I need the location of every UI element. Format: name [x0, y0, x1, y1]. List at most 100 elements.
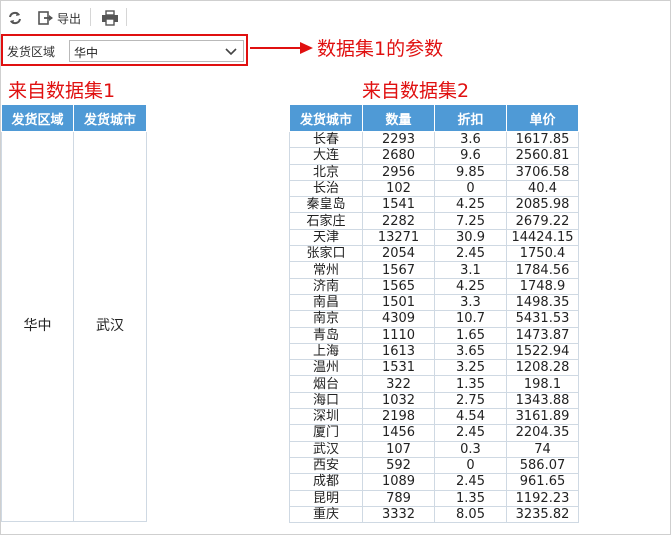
table-cell: 2085.98 [506, 196, 579, 214]
table-row: 华中 武汉 [1, 131, 147, 522]
table-header-row: 发货区域 发货城市 [1, 104, 147, 132]
table-cell: 40.4 [506, 179, 579, 198]
table-row: 深圳 2198 4.54 3161.89 [289, 408, 579, 426]
table-cell: 海口 [289, 391, 363, 410]
table-row: 张家口 2054 2.45 1750.4 [289, 245, 579, 263]
table-cell: 长春 [289, 130, 363, 149]
refresh-button[interactable] [8, 8, 22, 28]
table-header-row: 发货城市 数量 折扣 单价 [289, 104, 579, 132]
table-cell: 198.1 [506, 375, 579, 393]
column-header: 发货城市 [289, 104, 363, 132]
table-cell: 1565 [362, 277, 435, 295]
table-cell: 南昌 [289, 293, 363, 312]
table-cell: 1473.87 [506, 326, 579, 344]
table-cell: 1.35 [434, 375, 507, 393]
table-cell: 重庆 [289, 505, 363, 524]
chevron-down-icon [225, 48, 237, 56]
table-cell: 昆明 [289, 489, 363, 507]
table-cell: 3235.82 [506, 505, 579, 524]
table-cell: 1089 [362, 473, 435, 491]
table-cell: 2.75 [434, 391, 507, 410]
table-cell: 1541 [362, 196, 435, 214]
table-cell: 石家庄 [289, 212, 363, 230]
print-button[interactable] [101, 8, 119, 28]
table-cell: 0 [434, 179, 507, 198]
column-header: 数量 [362, 104, 435, 132]
table-cell: 2679.22 [506, 212, 579, 230]
table-row: 石家庄 2282 7.25 2679.22 [289, 212, 579, 230]
column-header: 单价 [506, 104, 579, 132]
table-cell: 1613 [362, 342, 435, 361]
table-row: 烟台 322 1.35 198.1 [289, 375, 579, 393]
table-cell: 322 [362, 375, 435, 393]
table-cell: 3332 [362, 505, 435, 524]
table-cell: 1617.85 [506, 130, 579, 149]
table-cell: 5431.53 [506, 310, 579, 328]
table-cell: 1750.4 [506, 245, 579, 263]
table-cell: 3.3 [434, 293, 507, 312]
column-header: 发货城市 [73, 104, 147, 132]
table-row: 温州 1531 3.25 1208.28 [289, 359, 579, 377]
dataset1-table: 发货区域 发货城市 华中 武汉 [1, 104, 147, 522]
parameter-panel: 发货区域 华中 [1, 34, 248, 66]
annotation-arrow [250, 42, 313, 54]
table-cell: 3161.89 [506, 408, 579, 426]
table-cell: 西安 [289, 456, 363, 475]
export-button[interactable]: 导出 [38, 8, 81, 28]
table-cell: 789 [362, 489, 435, 507]
table-cell: 烟台 [289, 375, 363, 393]
table-cell: 0 [434, 456, 507, 475]
table-cell: 1208.28 [506, 359, 579, 377]
table-row: 大连 2680 9.6 2560.81 [289, 147, 579, 165]
region-select[interactable]: 华中 [69, 40, 244, 62]
table-cell: 30.9 [434, 228, 507, 247]
table-cell: 大连 [289, 147, 363, 165]
table-cell: 1522.94 [506, 342, 579, 361]
table-cell: 厦门 [289, 424, 363, 442]
table-cell: 1784.56 [506, 261, 579, 279]
table-cell: 1110 [362, 326, 435, 344]
table-cell: 1.65 [434, 326, 507, 344]
table-row: 武汉 107 0.3 74 [289, 440, 579, 458]
table-row: 青岛 1110 1.65 1473.87 [289, 326, 579, 344]
table-cell: 上海 [289, 342, 363, 361]
table-cell: 2054 [362, 245, 435, 263]
export-icon [38, 11, 53, 25]
table-cell: 961.65 [506, 473, 579, 491]
table-cell: 7.25 [434, 212, 507, 230]
table-cell: 2.45 [434, 245, 507, 263]
table-cell: 1748.9 [506, 277, 579, 295]
table-row: 海口 1032 2.75 1343.88 [289, 391, 579, 410]
column-header: 发货区域 [1, 104, 74, 132]
table-cell: 华中 [1, 131, 74, 522]
table-cell: 武汉 [73, 131, 147, 522]
table-cell: 102 [362, 179, 435, 198]
table-row: 长春 2293 3.6 1617.85 [289, 130, 579, 149]
table-cell: 10.7 [434, 310, 507, 328]
table-row: 秦皇岛 1541 4.25 2085.98 [289, 196, 579, 214]
table-cell: 8.05 [434, 505, 507, 524]
dataset2-body: 长春 2293 3.6 1617.85 大连 2680 9.6 2560.81 北京 2956 9.… [289, 130, 579, 524]
toolbar-divider [90, 8, 91, 26]
table-cell: 2198 [362, 408, 435, 426]
table-row: 昆明 789 1.35 1192.23 [289, 489, 579, 507]
table-cell: 武汉 [289, 440, 363, 458]
table-cell: 2282 [362, 212, 435, 230]
annotation-text: 数据集1的参数 [317, 38, 444, 60]
table-cell: 济南 [289, 277, 363, 295]
table-cell: 9.6 [434, 147, 507, 165]
table-row: 重庆 3332 8.05 3235.82 [289, 505, 579, 524]
table-cell: 4.25 [434, 277, 507, 295]
table-cell: 74 [506, 440, 579, 458]
table-row: 南京 4309 10.7 5431.53 [289, 310, 579, 328]
table-cell: 14424.15 [506, 228, 579, 247]
dataset2-title: 来自数据集2 [362, 80, 470, 102]
table-cell: 107 [362, 440, 435, 458]
table-cell: 3706.58 [506, 163, 579, 181]
table-cell: 天津 [289, 228, 363, 247]
table-cell: 4309 [362, 310, 435, 328]
table-cell: 2.45 [434, 473, 507, 491]
table-cell: 586.07 [506, 456, 579, 475]
table-cell: 9.85 [434, 163, 507, 181]
table-cell: 4.25 [434, 196, 507, 214]
